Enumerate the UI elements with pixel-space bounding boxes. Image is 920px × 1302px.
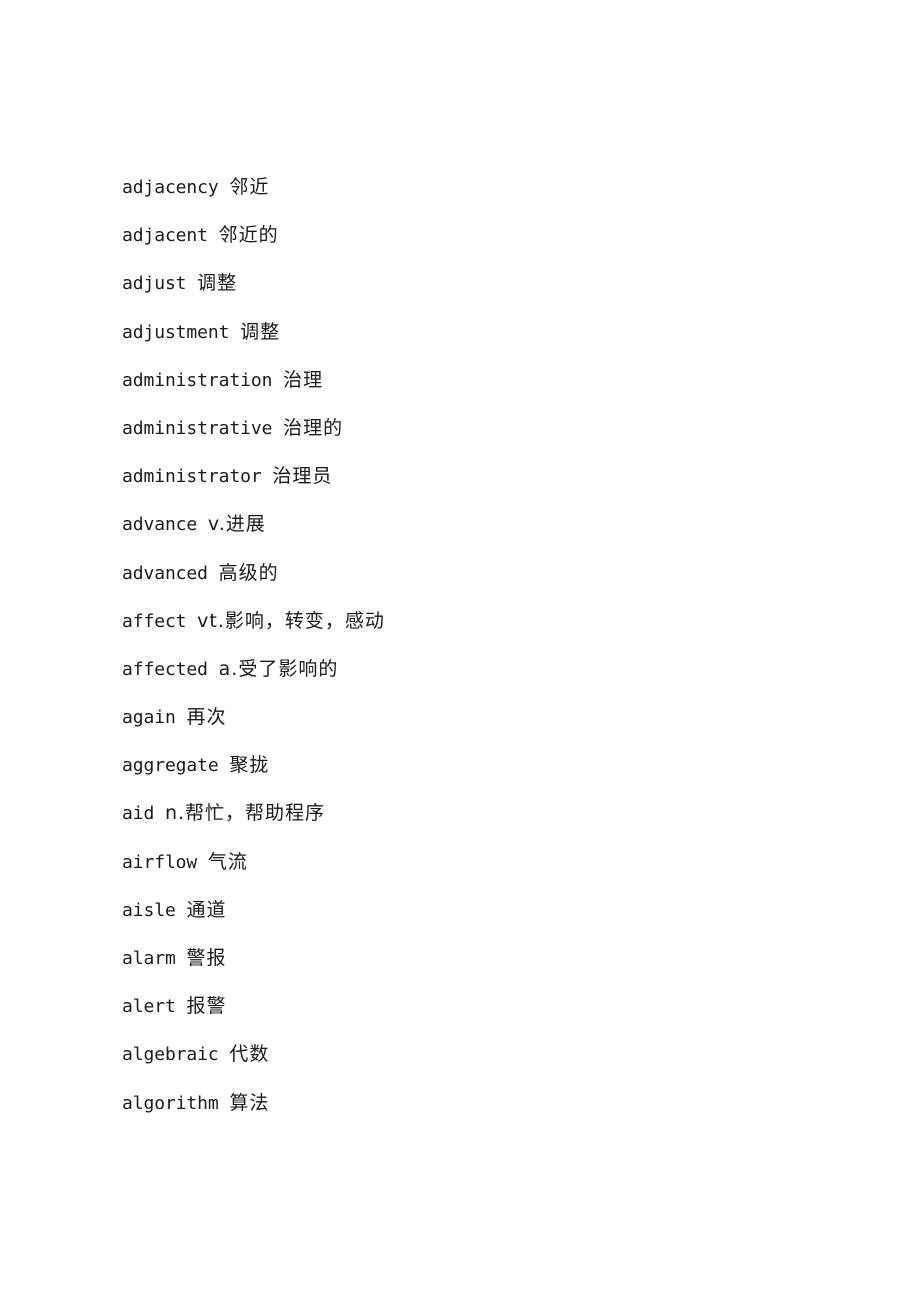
vocabulary-entry: aid n.帮忙，帮助程序 — [122, 798, 385, 846]
vocabulary-entry: adjacent 邻近的 — [122, 220, 385, 268]
entry-term: airflow — [122, 851, 198, 873]
vocabulary-entry: affected a.受了影响的 — [122, 654, 385, 702]
vocabulary-list: adjacency 邻近 adjacent 邻近的 adjust 调整 adju… — [122, 172, 385, 1136]
vocabulary-entry: again 再次 — [122, 702, 385, 750]
vocabulary-entry: administration 治理 — [122, 365, 385, 413]
entry-definition: 聚拢 — [229, 754, 270, 777]
vocabulary-entry: aggregate 聚拢 — [122, 750, 385, 798]
vocabulary-entry: advanced 高级的 — [122, 558, 385, 606]
vocabulary-entry: aisle 通道 — [122, 895, 385, 943]
entry-definition: v.进展 — [207, 513, 266, 536]
entry-term: algorithm — [122, 1092, 219, 1114]
vocabulary-entry: affect vt.影响，转变，感动 — [122, 606, 385, 654]
entry-definition: 代数 — [229, 1043, 270, 1066]
entry-term: administrative — [122, 417, 273, 439]
entry-definition: 治理的 — [283, 416, 344, 439]
entry-definition: vt.影响，转变，感动 — [197, 609, 385, 632]
vocabulary-entry: adjustment 调整 — [122, 317, 385, 365]
entry-definition: 高级的 — [218, 561, 279, 584]
vocabulary-entry: airflow 气流 — [122, 847, 385, 895]
vocabulary-entry: advance v.进展 — [122, 509, 385, 557]
entry-definition: 警报 — [186, 947, 227, 969]
entry-term: administrator — [122, 466, 262, 488]
vocabulary-entry: alert 报警 — [122, 991, 385, 1039]
document-page: adjacency 邻近 adjacent 邻近的 adjust 调整 adju… — [0, 0, 920, 1302]
entry-term: advance — [122, 514, 198, 536]
vocabulary-entry: adjust 调整 — [122, 268, 385, 316]
vocabulary-entry: administrative 治理的 — [122, 413, 385, 461]
entry-definition: 算法 — [229, 1091, 270, 1114]
entry-term: advanced — [122, 562, 208, 584]
vocabulary-entry: alarm 警报 — [122, 943, 385, 991]
entry-term: adjacent — [122, 225, 208, 247]
vocabulary-entry: administrator 治理员 — [122, 461, 385, 509]
entry-definition: a.受了影响的 — [218, 657, 339, 680]
entry-definition: 气流 — [207, 850, 248, 873]
entry-definition: 邻近的 — [218, 224, 279, 247]
entry-term: affected — [122, 658, 208, 680]
entry-definition: 邻近 — [229, 176, 270, 198]
entry-definition: 再次 — [186, 706, 227, 729]
entry-term: alert — [122, 996, 176, 1018]
entry-term: again — [122, 707, 176, 729]
vocabulary-entry: algorithm 算法 — [122, 1088, 385, 1136]
entry-term: alarm — [122, 948, 176, 969]
entry-definition: 治理 — [283, 368, 324, 391]
vocabulary-entry: adjacency 邻近 — [122, 172, 385, 220]
entry-term: administration — [122, 369, 273, 391]
vocabulary-entry: algebraic 代数 — [122, 1039, 385, 1087]
entry-definition: 调整 — [240, 320, 281, 343]
entry-definition: 通道 — [186, 898, 227, 921]
entry-definition: n.帮忙，帮助程序 — [164, 802, 326, 825]
entry-definition: 报警 — [186, 995, 227, 1018]
entry-term: adjacency — [122, 177, 219, 198]
entry-term: aggregate — [122, 755, 219, 777]
entry-definition: 治理员 — [272, 465, 333, 488]
entry-term: aid — [122, 803, 155, 825]
entry-term: affect — [122, 610, 187, 632]
entry-term: algebraic — [122, 1044, 219, 1066]
entry-term: adjustment — [122, 321, 230, 343]
entry-term: adjust — [122, 273, 187, 295]
entry-term: aisle — [122, 899, 176, 921]
entry-definition: 调整 — [197, 272, 238, 295]
